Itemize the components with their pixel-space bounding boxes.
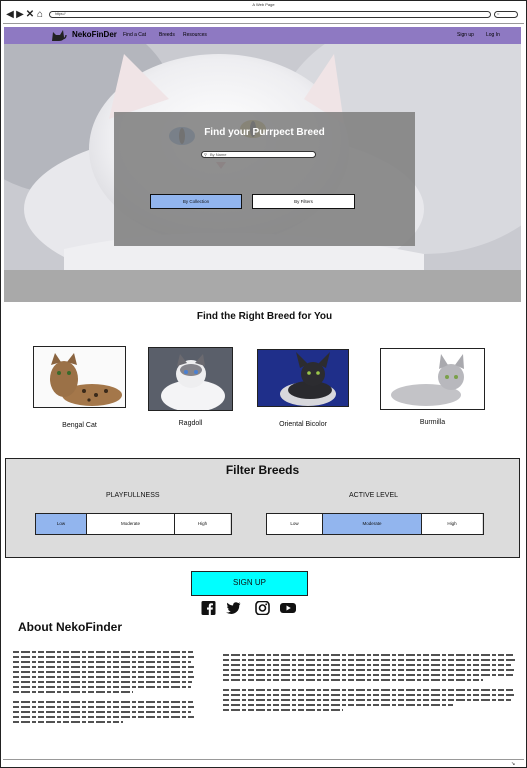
cat-logo-icon xyxy=(52,30,67,41)
active-level-selector: Low Moderate High xyxy=(266,513,484,535)
facebook-icon[interactable] xyxy=(201,601,216,615)
resize-handle-icon[interactable]: ↘ xyxy=(511,761,515,767)
nav-link-breeds[interactable]: Breeds xyxy=(159,32,175,38)
hero-heading: Find your Purrpect Breed xyxy=(204,127,325,138)
hero-banner: Find your Purrpect Breed ⚲ By Name By Co… xyxy=(4,44,521,270)
nav-link-resources[interactable]: Resources xyxy=(183,32,207,38)
chrome-divider xyxy=(3,23,524,24)
ragdoll-cat-image[interactable] xyxy=(148,347,233,411)
playfullness-option-high[interactable]: High xyxy=(175,514,230,534)
playfullness-option-low[interactable]: Low xyxy=(36,514,87,534)
breeds-section-title: Find the Right Breed for You xyxy=(196,311,333,322)
burmilla-cat-image[interactable] xyxy=(380,348,485,410)
filter-breeds-panel: Filter Breeds PLAYFULLNESS ACTIVE LEVEL … xyxy=(5,458,520,558)
playfullness-selector: Low Moderate High xyxy=(35,513,232,535)
breed-card-burmilla[interactable]: Burmilla xyxy=(380,348,485,438)
filter-title: Filter Breeds xyxy=(225,463,300,477)
youtube-icon[interactable] xyxy=(280,601,296,615)
breed-name-ragdoll: Ragdoll xyxy=(178,420,203,427)
sign-up-button[interactable]: SIGN UP xyxy=(191,571,308,596)
breed-card-bengal[interactable]: Bengal Cat xyxy=(33,346,126,436)
twitter-icon[interactable] xyxy=(226,601,241,615)
breed-name-bengal: Bengal Cat xyxy=(62,422,97,429)
breed-card-ragdoll[interactable]: Ragdoll xyxy=(148,347,233,437)
url-bar[interactable]: https:// xyxy=(49,11,491,18)
status-divider xyxy=(3,759,524,760)
about-title: About NekoFinder xyxy=(18,620,122,634)
hero-bottom-band xyxy=(4,270,521,302)
active-level-label: ACTIVE LEVEL xyxy=(349,492,399,499)
site-navbar: NekoFinDer Find a Cat Breeds Resources S… xyxy=(4,27,521,44)
breed-name-oriental-bicolor: Oriental Bicolor xyxy=(279,421,327,428)
nav-log-in-link[interactable]: Log In xyxy=(486,32,500,38)
oriental-bicolor-cat-image[interactable] xyxy=(257,349,349,407)
instagram-icon[interactable] xyxy=(255,601,270,615)
home-icon[interactable]: ⌂ xyxy=(35,10,45,20)
by-filters-button[interactable]: By Filters xyxy=(252,194,355,209)
breed-search-input[interactable]: ⚲ By Name xyxy=(201,151,316,158)
browser-search-field[interactable]: ○ xyxy=(494,11,518,18)
breed-card-oriental-bicolor[interactable]: Oriental Bicolor xyxy=(257,349,349,439)
search-icon: ⚲ xyxy=(204,152,207,157)
playfullness-label: PLAYFULLNESS xyxy=(106,492,160,499)
nav-link-find-a-cat[interactable]: Find a Cat xyxy=(123,32,146,38)
browser-window: A Web Page ◀ ▶ ✕ ⌂ https:// ○ NekoFinDer… xyxy=(0,0,527,768)
bengal-cat-image[interactable] xyxy=(33,346,126,408)
close-icon[interactable]: ✕ xyxy=(25,10,35,20)
window-title: A Web Page xyxy=(252,2,275,7)
playfullness-option-moderate[interactable]: Moderate xyxy=(87,514,175,534)
by-collection-button[interactable]: By Collection xyxy=(150,194,242,209)
brand-name[interactable]: NekoFinDer xyxy=(72,30,117,39)
hero-search-panel: Find your Purrpect Breed ⚲ By Name By Co… xyxy=(114,112,415,246)
active-level-option-high[interactable]: High xyxy=(422,514,482,534)
forward-icon[interactable]: ▶ xyxy=(15,10,25,20)
nav-sign-up-link[interactable]: Sign up xyxy=(457,32,474,38)
breed-name-burmilla: Burmilla xyxy=(419,419,446,426)
back-icon[interactable]: ◀ xyxy=(5,10,15,20)
active-level-option-moderate[interactable]: Moderate xyxy=(323,514,422,534)
search-placeholder: By Name xyxy=(210,152,227,157)
active-level-option-low[interactable]: Low xyxy=(267,514,323,534)
